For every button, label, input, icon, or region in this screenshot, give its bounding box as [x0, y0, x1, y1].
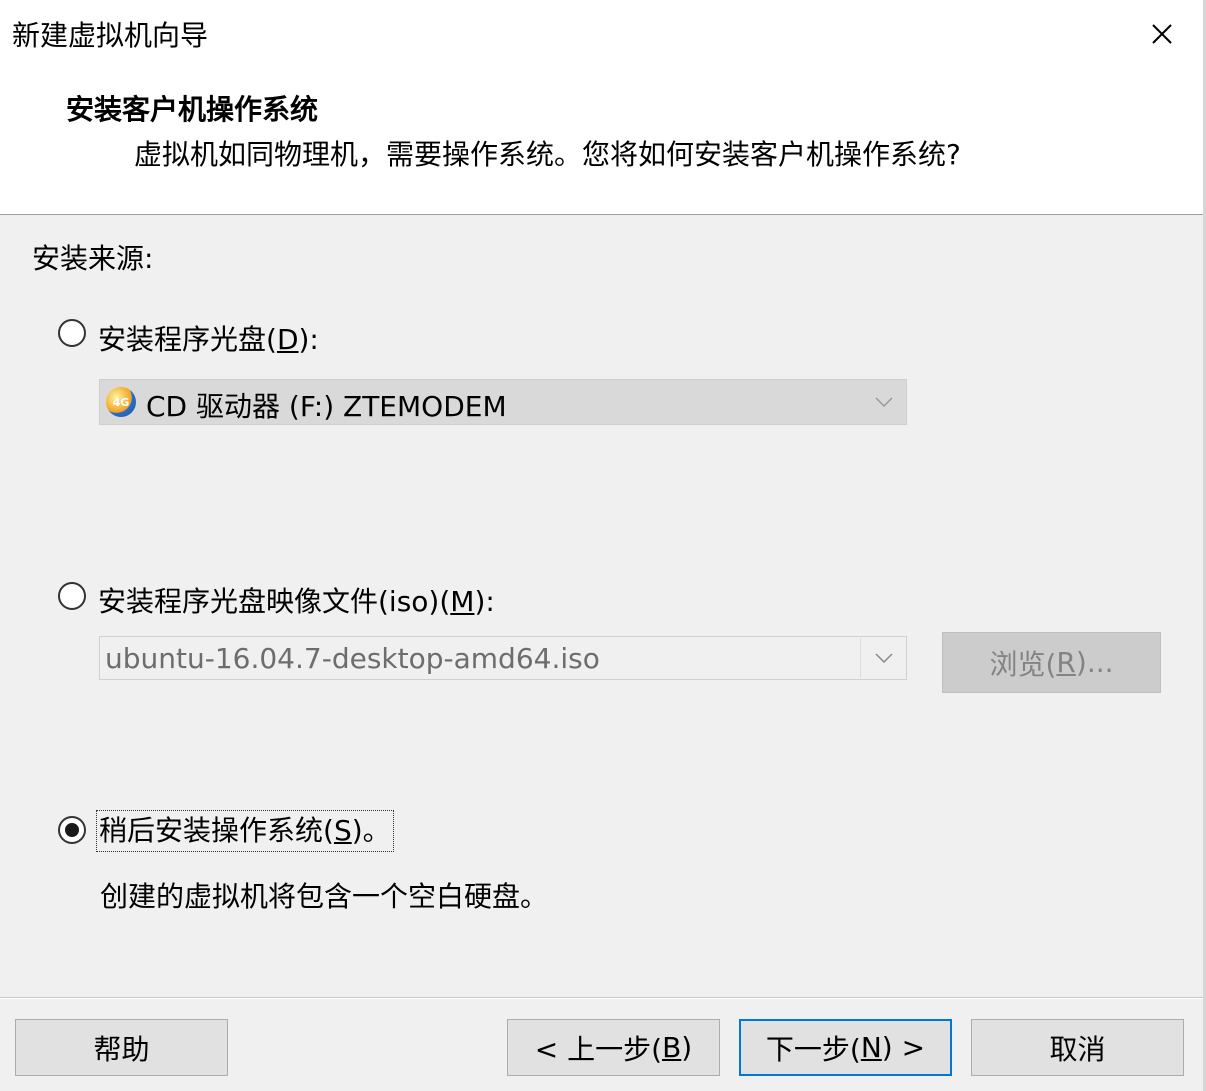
iso-image-label[interactable]: 安装程序光盘映像文件(iso)(M): — [98, 580, 495, 620]
next-button[interactable]: 下一步(N) > — [739, 1019, 952, 1076]
back-button[interactable]: < 上一步(B) — [507, 1019, 720, 1076]
help-button[interactable]: 帮助 — [15, 1019, 228, 1076]
window-title: 新建虚拟机向导 — [12, 19, 209, 52]
install-source-label: 安装来源: — [32, 242, 154, 275]
cd-drive-icon: 4G — [106, 387, 136, 417]
footer-separator-highlight — [0, 998, 1203, 999]
chevron-down-icon — [875, 397, 893, 407]
cancel-button[interactable]: 取消 — [971, 1019, 1184, 1076]
close-button[interactable] — [1140, 12, 1184, 56]
iso-path-combobox[interactable]: ubuntu-16.04.7-desktop-amd64.iso — [99, 636, 907, 680]
browse-button[interactable]: 浏览(R)... — [942, 632, 1161, 693]
drive-select[interactable]: 4G CD 驱动器 (F:) ZTEMODEM — [99, 379, 907, 425]
chevron-down-icon — [875, 653, 893, 663]
close-icon — [1152, 24, 1172, 44]
drive-select-value: CD 驱动器 (F:) ZTEMODEM — [146, 390, 507, 423]
installer-disc-label[interactable]: 安装程序光盘(D): — [98, 318, 319, 358]
install-later-description: 创建的虚拟机将包含一个空白硬盘。 — [100, 880, 549, 913]
radio-install-later[interactable] — [58, 816, 86, 844]
radio-installer-disc[interactable] — [58, 319, 86, 347]
page-title: 安装客户机操作系统 — [66, 93, 319, 126]
iso-dropdown-arrow[interactable] — [861, 638, 907, 678]
radio-iso-image[interactable] — [58, 582, 86, 610]
drive-dropdown-arrow[interactable] — [861, 382, 907, 422]
install-later-label[interactable]: 稍后安装操作系统(S)。 — [96, 810, 394, 852]
iso-path-value: ubuntu-16.04.7-desktop-amd64.iso — [105, 642, 600, 675]
page-subtitle: 虚拟机如同物理机，需要操作系统。您将如何安装客户机操作系统? — [134, 138, 961, 171]
